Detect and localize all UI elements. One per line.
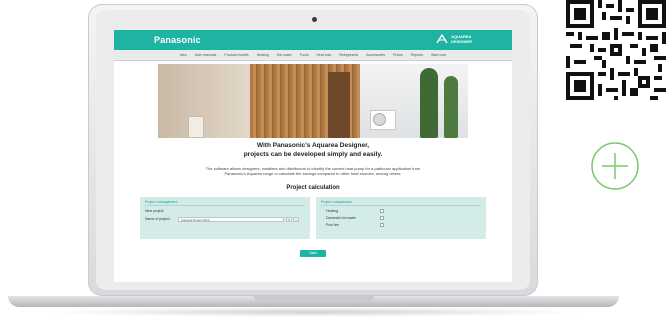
laptop-shadow xyxy=(40,307,587,317)
nav-prices[interactable]: Prices xyxy=(393,53,403,57)
heading-line1: With Panasonic's Aquarea Designer, xyxy=(256,142,370,149)
plus-circle-icon[interactable] xyxy=(590,141,640,191)
project-name-label: Name of project xyxy=(145,217,170,221)
dhw-checkbox[interactable] xyxy=(380,216,384,220)
nav-accessories[interactable]: Accessories xyxy=(366,53,385,57)
app-header: Panasonic AQUAREA DESIGNER xyxy=(114,30,512,50)
component-dhw[interactable]: Domestic hot water xyxy=(326,216,356,220)
logo-line2: DESIGNER xyxy=(451,39,472,44)
pool-checkbox[interactable] xyxy=(380,223,384,227)
brand-logo[interactable]: Panasonic xyxy=(154,35,201,45)
project-components-panel: Project components Heating Domestic hot … xyxy=(316,197,486,239)
nav-pools[interactable]: Pools xyxy=(300,53,309,57)
intro-line2: Panasonic's Aquarea range or calculate t… xyxy=(224,171,402,176)
component-label: Pool fee xyxy=(326,223,339,227)
nav-user-manuals[interactable]: User manuals xyxy=(195,53,217,57)
heading-line2: projects can be developed simply and eas… xyxy=(243,150,383,158)
hero-image xyxy=(158,64,468,138)
project-name-select[interactable]: Aquarea Project (EN) xyxy=(178,217,284,222)
qr-code-icon[interactable] xyxy=(566,0,666,100)
panel-title: Project management xyxy=(145,200,178,204)
component-pool[interactable]: Pool fee xyxy=(326,223,339,227)
edit-icon[interactable]: ✎ xyxy=(286,217,292,222)
nav-hot-water[interactable]: Hot water xyxy=(277,53,292,57)
delete-icon[interactable]: × xyxy=(293,217,299,222)
component-label: Heating xyxy=(326,209,339,213)
webcam-icon xyxy=(312,17,317,22)
intro-text: The software allows designers, installer… xyxy=(144,166,482,176)
main-nav: Intro User manuals Product models Heatin… xyxy=(114,50,512,61)
new-project-label[interactable]: New project xyxy=(145,209,163,213)
component-label: Domestic hot water xyxy=(326,216,356,220)
laptop-notch xyxy=(254,296,374,301)
project-management-panel: Project management New project Name of p… xyxy=(140,197,310,239)
nav-intro[interactable]: Intro xyxy=(180,53,187,57)
nav-product-models[interactable]: Product models xyxy=(224,53,248,57)
aquarea-designer-logo: AQUAREA DESIGNER xyxy=(436,34,472,44)
laptop-screen: Panasonic AQUAREA DESIGNER Intro User ma… xyxy=(114,30,512,282)
heating-checkbox[interactable] xyxy=(380,209,384,213)
nav-start-over[interactable]: Start over xyxy=(431,53,446,57)
page-heading: With Panasonic's Aquarea Designer, proje… xyxy=(114,142,512,159)
start-button[interactable]: Start xyxy=(300,250,326,257)
section-title: Project calculation xyxy=(286,185,340,191)
aquarea-logo-icon xyxy=(436,34,448,44)
panel-title: Project components xyxy=(321,200,352,204)
indoor-unit-image xyxy=(188,116,204,138)
nav-refrigerants[interactable]: Refrigerants xyxy=(339,53,358,57)
nav-reports[interactable]: Reports xyxy=(411,53,423,57)
component-heating[interactable]: Heating xyxy=(326,209,338,213)
nav-heat-loss[interactable]: Heat loss xyxy=(317,53,332,57)
nav-heating[interactable]: Heating xyxy=(257,53,269,57)
